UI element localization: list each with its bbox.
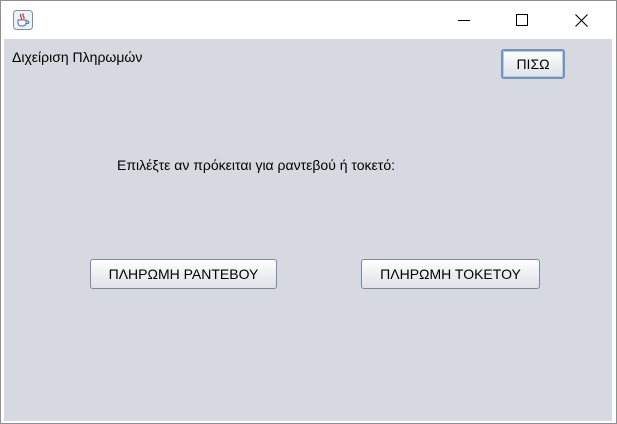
- maximize-button[interactable]: [499, 1, 545, 39]
- app-window: Διχείριση Πληρωμών ΠΙΣΩ Επιλέξτε αν πρόκ…: [0, 0, 617, 424]
- java-cup-icon[interactable]: [13, 10, 33, 30]
- selection-prompt: Επιλέξτε αν πρόκειται για ραντεβού ή τοκ…: [117, 157, 395, 173]
- birth-payment-button[interactable]: ΠΛΗΡΩΜΗ ΤΟΚΕΤΟΥ: [361, 259, 540, 289]
- close-button[interactable]: [558, 1, 604, 39]
- payments-panel: Διχείριση Πληρωμών ΠΙΣΩ Επιλέξτε αν πρόκ…: [4, 39, 612, 421]
- maximize-icon: [516, 14, 528, 26]
- title-bar[interactable]: [1, 1, 616, 39]
- minimize-button[interactable]: [441, 1, 487, 39]
- appointment-payment-button[interactable]: ΠΛΗΡΩΜΗ ΡΑΝΤΕΒΟΥ: [90, 259, 277, 289]
- minimize-icon: [458, 20, 470, 21]
- close-icon: [574, 13, 588, 27]
- back-button[interactable]: ΠΙΣΩ: [501, 49, 565, 79]
- panel-title: Διχείριση Πληρωμών: [12, 49, 143, 65]
